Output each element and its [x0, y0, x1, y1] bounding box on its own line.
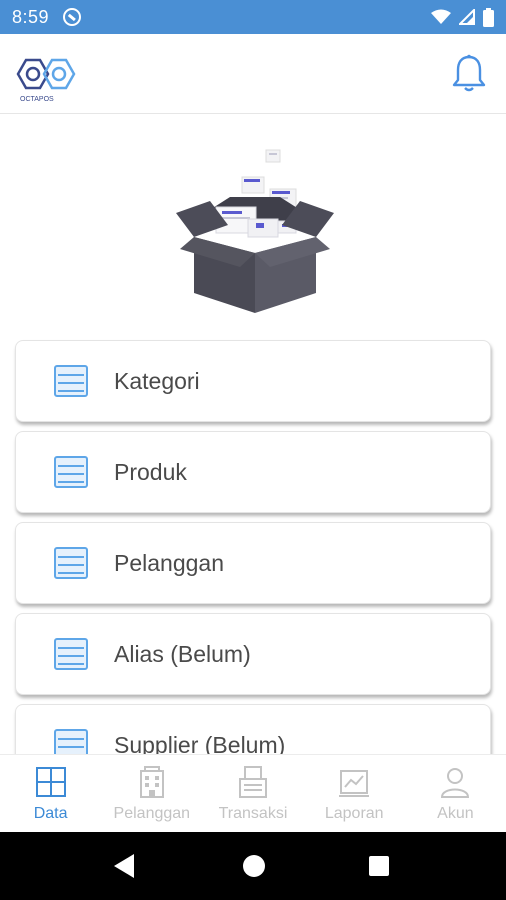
list-icon	[54, 638, 88, 670]
chart-icon	[339, 770, 370, 797]
nav-item-pelanggan[interactable]: Pelanggan	[101, 755, 202, 832]
menu-item-pelanggan[interactable]: Pelanggan	[15, 522, 491, 604]
nav-label: Transaksi	[218, 805, 288, 822]
menu-item-label: Supplier (Belum)	[114, 731, 286, 755]
list-icon	[54, 365, 88, 397]
nav-item-laporan[interactable]: Laporan	[304, 755, 405, 832]
recent-apps-icon[interactable]	[369, 856, 389, 876]
signal-icon	[459, 9, 475, 25]
back-icon[interactable]	[114, 854, 134, 878]
logo-text: OCTAPOS	[20, 96, 54, 103]
status-time: 8:59	[12, 6, 50, 27]
menu-item-supplier[interactable]: Supplier (Belum)	[15, 704, 491, 754]
menu-item-produk[interactable]: Produk	[15, 431, 491, 513]
nav-label: Data	[33, 805, 68, 822]
bottom-navigation: Data Pelanggan Transaksi Laporan Akun	[0, 754, 506, 832]
register-icon	[239, 766, 267, 798]
building-icon	[139, 766, 164, 798]
octapos-logo: OCTAPOS	[16, 58, 76, 103]
status-bar: 8:59	[0, 0, 506, 34]
menu-item-alias[interactable]: Alias (Belum)	[15, 613, 491, 695]
nav-label: Laporan	[324, 805, 384, 822]
list-icon	[54, 729, 88, 754]
wifi-icon	[431, 9, 451, 24]
battery-icon	[483, 7, 494, 27]
bell-icon[interactable]	[452, 54, 486, 92]
list-icon	[54, 456, 88, 488]
person-icon	[441, 768, 470, 798]
menu-item-label: Produk	[114, 458, 187, 485]
menu-item-label: Pelanggan	[114, 549, 224, 576]
app-notification-icon	[63, 8, 82, 26]
list-icon	[54, 547, 88, 579]
grid-icon	[35, 767, 66, 797]
nav-item-akun[interactable]: Akun	[405, 755, 506, 832]
menu-item-kategori[interactable]: Kategori	[15, 340, 491, 422]
nav-label: Akun	[437, 805, 474, 822]
status-icons	[431, 7, 494, 27]
system-navigation-bar	[0, 832, 506, 900]
menu-item-label: Kategori	[114, 367, 200, 394]
menu-item-label: Alias (Belum)	[114, 640, 251, 667]
data-menu-list: Kategori Produk Pelanggan Alias (Belum) …	[0, 338, 506, 754]
nav-label: Pelanggan	[113, 805, 191, 822]
app-header: OCTAPOS	[0, 34, 506, 114]
home-icon[interactable]	[243, 855, 265, 877]
nav-item-transaksi[interactable]: Transaksi	[202, 755, 303, 832]
nav-item-data[interactable]: Data	[0, 755, 101, 832]
open-box-illustration	[176, 149, 334, 313]
